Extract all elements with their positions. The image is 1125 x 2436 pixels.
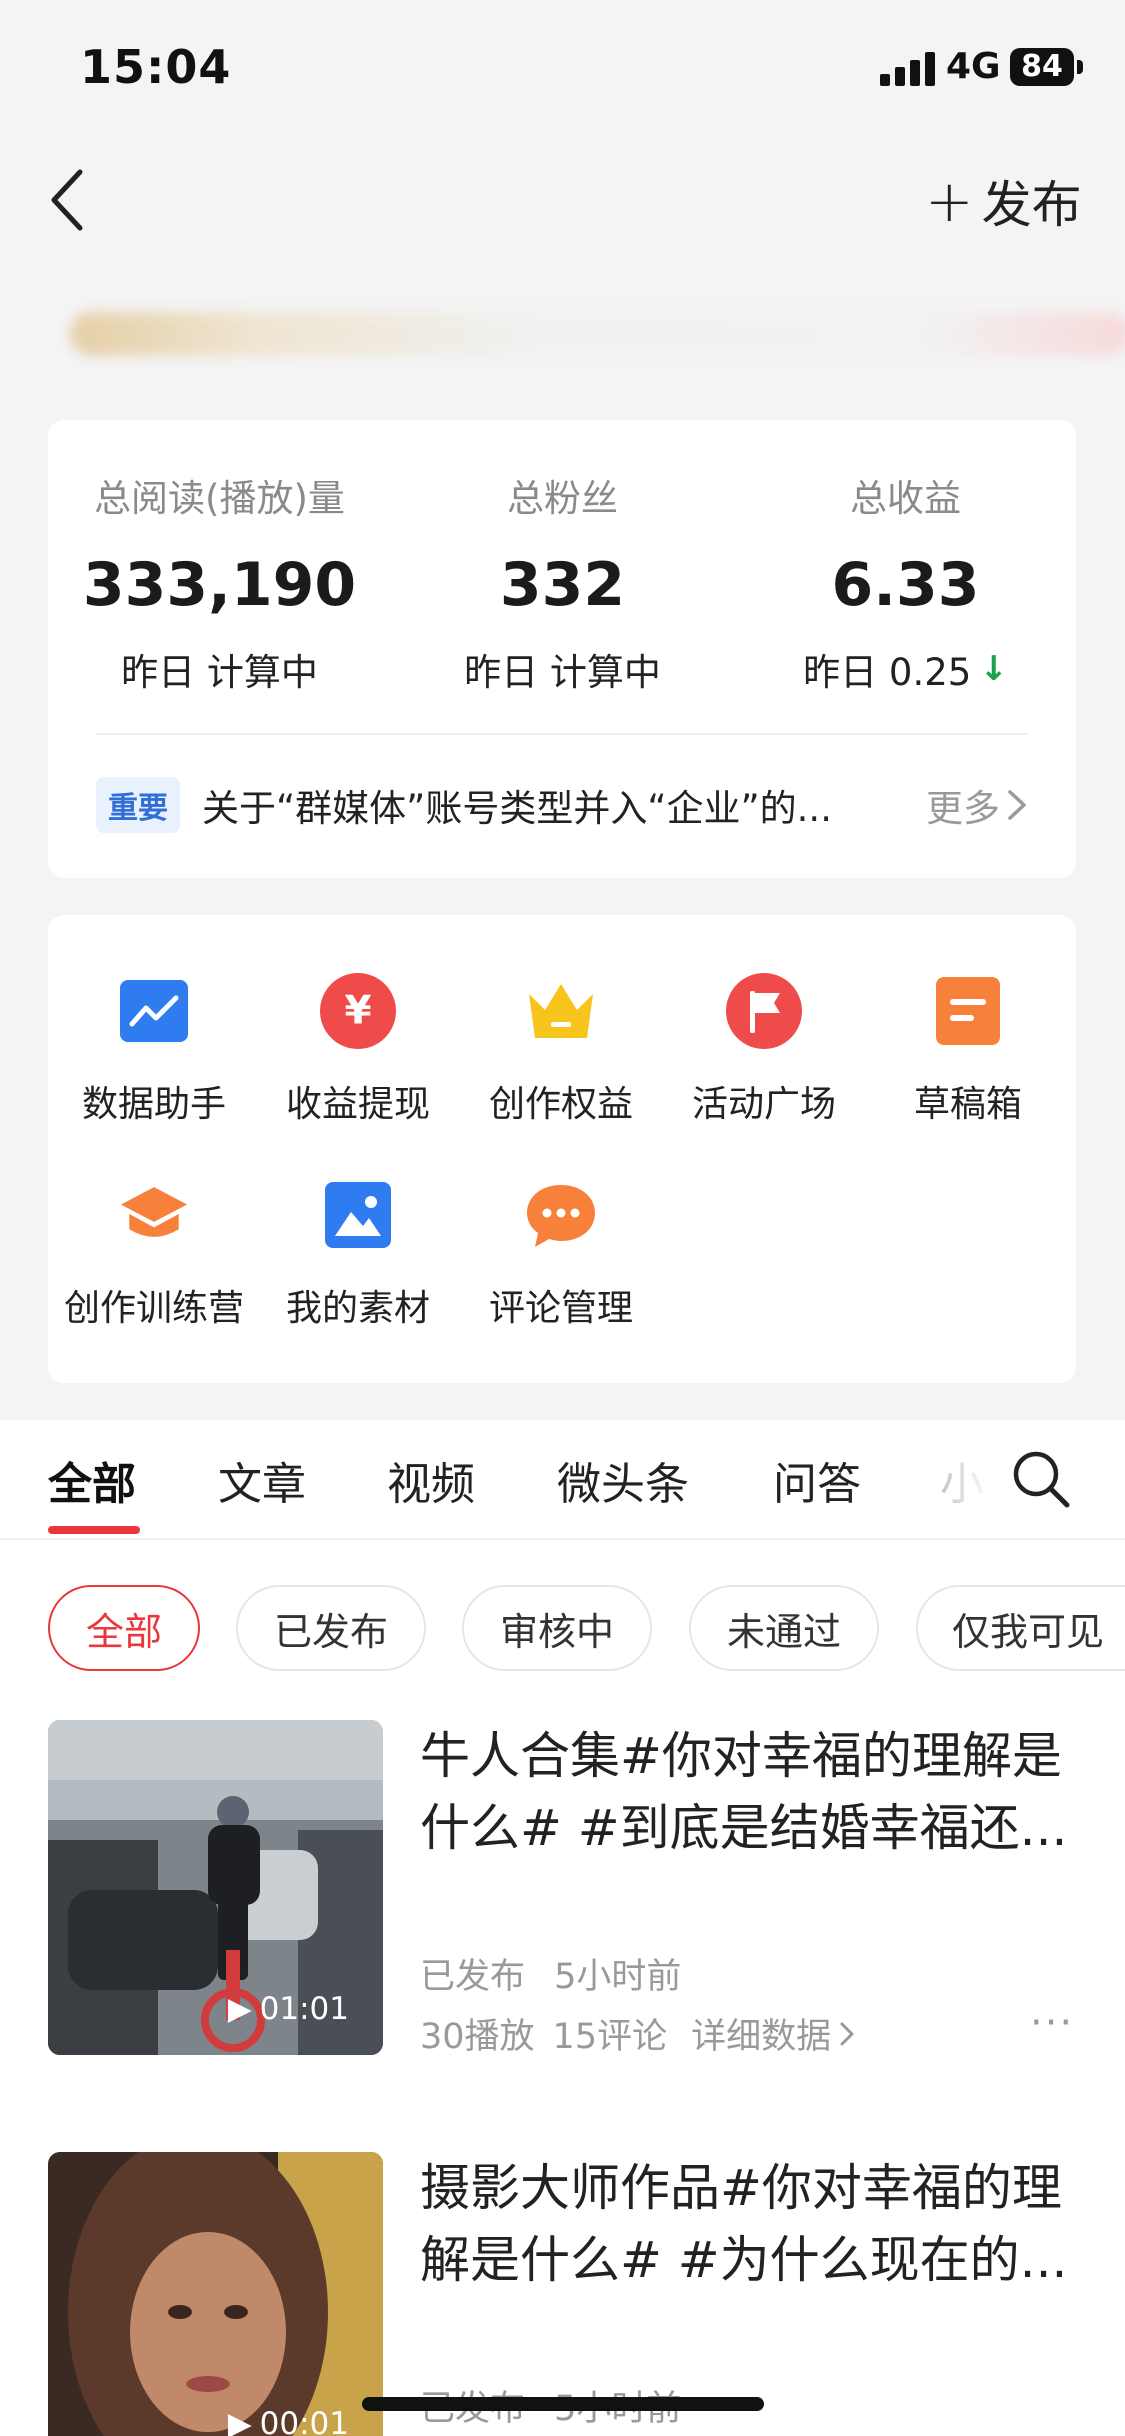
stat-label: 总收益: [850, 477, 961, 520]
tool-label: 草稿箱: [913, 1084, 1022, 1125]
filter-private[interactable]: 仅我可见: [916, 1585, 1125, 1671]
signal-icon: [880, 52, 935, 86]
notice-bar[interactable]: 重要 关于“群媒体”账号类型并入“企业”的... 更多: [96, 776, 1028, 834]
tool-data-assistant[interactable]: 数据助手: [54, 973, 254, 1127]
tool-training-camp[interactable]: 创作训练营: [54, 1177, 254, 1331]
publish-label: 发布: [981, 176, 1082, 234]
item-detail-link[interactable]: 详细数据: [691, 2008, 855, 2059]
tab-articles[interactable]: 文章: [218, 1448, 306, 1512]
tools-card: 数据助手 ¥ 收益提现 创作权益 活动广场 草稿箱 创作训练营 我的素材 评论管…: [48, 915, 1076, 1383]
image-icon: [320, 1177, 396, 1253]
chevron-right-icon: [1008, 790, 1026, 820]
stat-sub: 昨日 0.25 ↓: [803, 649, 1008, 694]
stat-total-fans[interactable]: 总粉丝 332 昨日 计算中: [391, 468, 734, 696]
network-type: 4G: [946, 46, 1001, 87]
stat-label: 总粉丝: [507, 477, 618, 520]
home-indicator: [362, 2397, 764, 2411]
graduation-cap-icon: [116, 1177, 192, 1253]
divider: [96, 733, 1028, 735]
tool-my-materials[interactable]: 我的素材: [258, 1177, 458, 1331]
tab-qa[interactable]: 问答: [773, 1448, 861, 1512]
filter-reviewing[interactable]: 审核中: [462, 1585, 652, 1671]
stat-value: 332: [499, 550, 626, 620]
item-title[interactable]: 摄影大师作品#你对幸福的理解是什么# #为什么现在的...: [420, 2152, 1080, 2296]
tool-comment-management[interactable]: 评论管理: [461, 1177, 661, 1331]
tool-label: 收益提现: [285, 1084, 430, 1125]
more-options-icon[interactable]: ···: [1030, 2000, 1074, 2046]
item-stats: 30播放 15评论 详细数据: [420, 2008, 855, 2059]
status-time: 15:04: [80, 40, 232, 94]
item-time: 5小时前: [554, 1957, 682, 1997]
item-thumbnail[interactable]: ▶ 01:01: [48, 1720, 383, 2055]
battery-tip: [1077, 60, 1083, 74]
item-plays: 30播放: [420, 2017, 535, 2057]
tool-label: 评论管理: [488, 1288, 633, 1329]
video-duration: ▶ 00:01: [228, 2406, 349, 2436]
tab-all[interactable]: 全部: [48, 1448, 136, 1512]
item-title[interactable]: 牛人合集#你对幸福的理解是什么# #到底是结婚幸福还...: [420, 1720, 1080, 1864]
filter-published[interactable]: 已发布: [236, 1585, 426, 1671]
yuan-icon: ¥: [320, 973, 396, 1049]
notice-text[interactable]: 关于“群媒体”账号类型并入“企业”的...: [202, 778, 862, 832]
arrow-down-icon: ↓: [979, 649, 1008, 689]
tool-label: 创作训练营: [63, 1288, 244, 1329]
item-thumbnail[interactable]: ▶ 00:01: [48, 2152, 383, 2436]
tabs-divider: [0, 1538, 1125, 1540]
tab-videos[interactable]: 视频: [387, 1448, 475, 1512]
tab-micro-posts[interactable]: 微头条: [557, 1448, 689, 1512]
stat-total-reads[interactable]: 总阅读(播放)量 333,190 昨日 计算中: [48, 468, 391, 696]
draft-icon: [930, 973, 1006, 1049]
stat-value: 6.33: [831, 550, 980, 620]
filter-all[interactable]: 全部: [48, 1585, 200, 1671]
comment-icon: [523, 1177, 599, 1253]
notice-badge: 重要: [96, 777, 180, 833]
tool-label: 数据助手: [81, 1084, 226, 1125]
stat-label: 总阅读(播放)量: [94, 477, 345, 520]
chevron-left-icon: [51, 169, 83, 231]
stat-sub: 昨日 计算中: [464, 651, 661, 694]
tab-fade: [930, 1440, 1020, 1520]
video-duration: ▶ 01:01: [227, 1991, 349, 2027]
crown-icon: [523, 973, 599, 1049]
plus-icon: +: [925, 167, 974, 235]
tool-drafts[interactable]: 草稿箱: [868, 973, 1068, 1127]
filter-rejected[interactable]: 未通过: [689, 1585, 879, 1671]
promo-banner[interactable]: [70, 312, 1125, 356]
chart-icon: [116, 973, 192, 1049]
tool-creator-rights[interactable]: 创作权益: [461, 973, 661, 1127]
stat-sub: 昨日 计算中: [121, 651, 318, 694]
tool-income-withdraw[interactable]: ¥ 收益提现: [258, 973, 458, 1127]
tool-label: 我的素材: [285, 1288, 430, 1329]
photo-thumbnail-image: [48, 2152, 383, 2436]
tool-activity-square[interactable]: 活动广场: [664, 973, 864, 1127]
battery-indicator: 84: [1010, 48, 1074, 86]
tool-label: 活动广场: [691, 1084, 836, 1125]
tab-active-indicator: [48, 1526, 140, 1534]
search-icon: [1013, 1451, 1070, 1508]
flag-icon: [726, 973, 802, 1049]
svg-text:¥: ¥: [344, 989, 371, 1034]
stats-card: 总阅读(播放)量 333,190 昨日 计算中 总粉丝 332 昨日 计算中 总…: [48, 420, 1076, 878]
search-button[interactable]: [1010, 1448, 1072, 1510]
item-status: 已发布: [420, 1957, 526, 1997]
stat-total-income[interactable]: 总收益 6.33 昨日 0.25 ↓: [734, 468, 1077, 696]
stat-value: 333,190: [82, 550, 357, 620]
tool-label: 创作权益: [488, 1084, 633, 1125]
back-button[interactable]: [40, 160, 120, 240]
item-comments: 15评论: [552, 2017, 668, 2057]
chevron-right-icon: [840, 2022, 854, 2045]
publish-button[interactable]: + 发布: [925, 165, 1082, 237]
play-icon: ▶: [227, 2406, 252, 2436]
item-status-time: 已发布 5小时前: [420, 1948, 681, 1999]
play-icon: ▶: [227, 1991, 252, 2027]
notice-more-link[interactable]: 更多: [926, 778, 1028, 832]
